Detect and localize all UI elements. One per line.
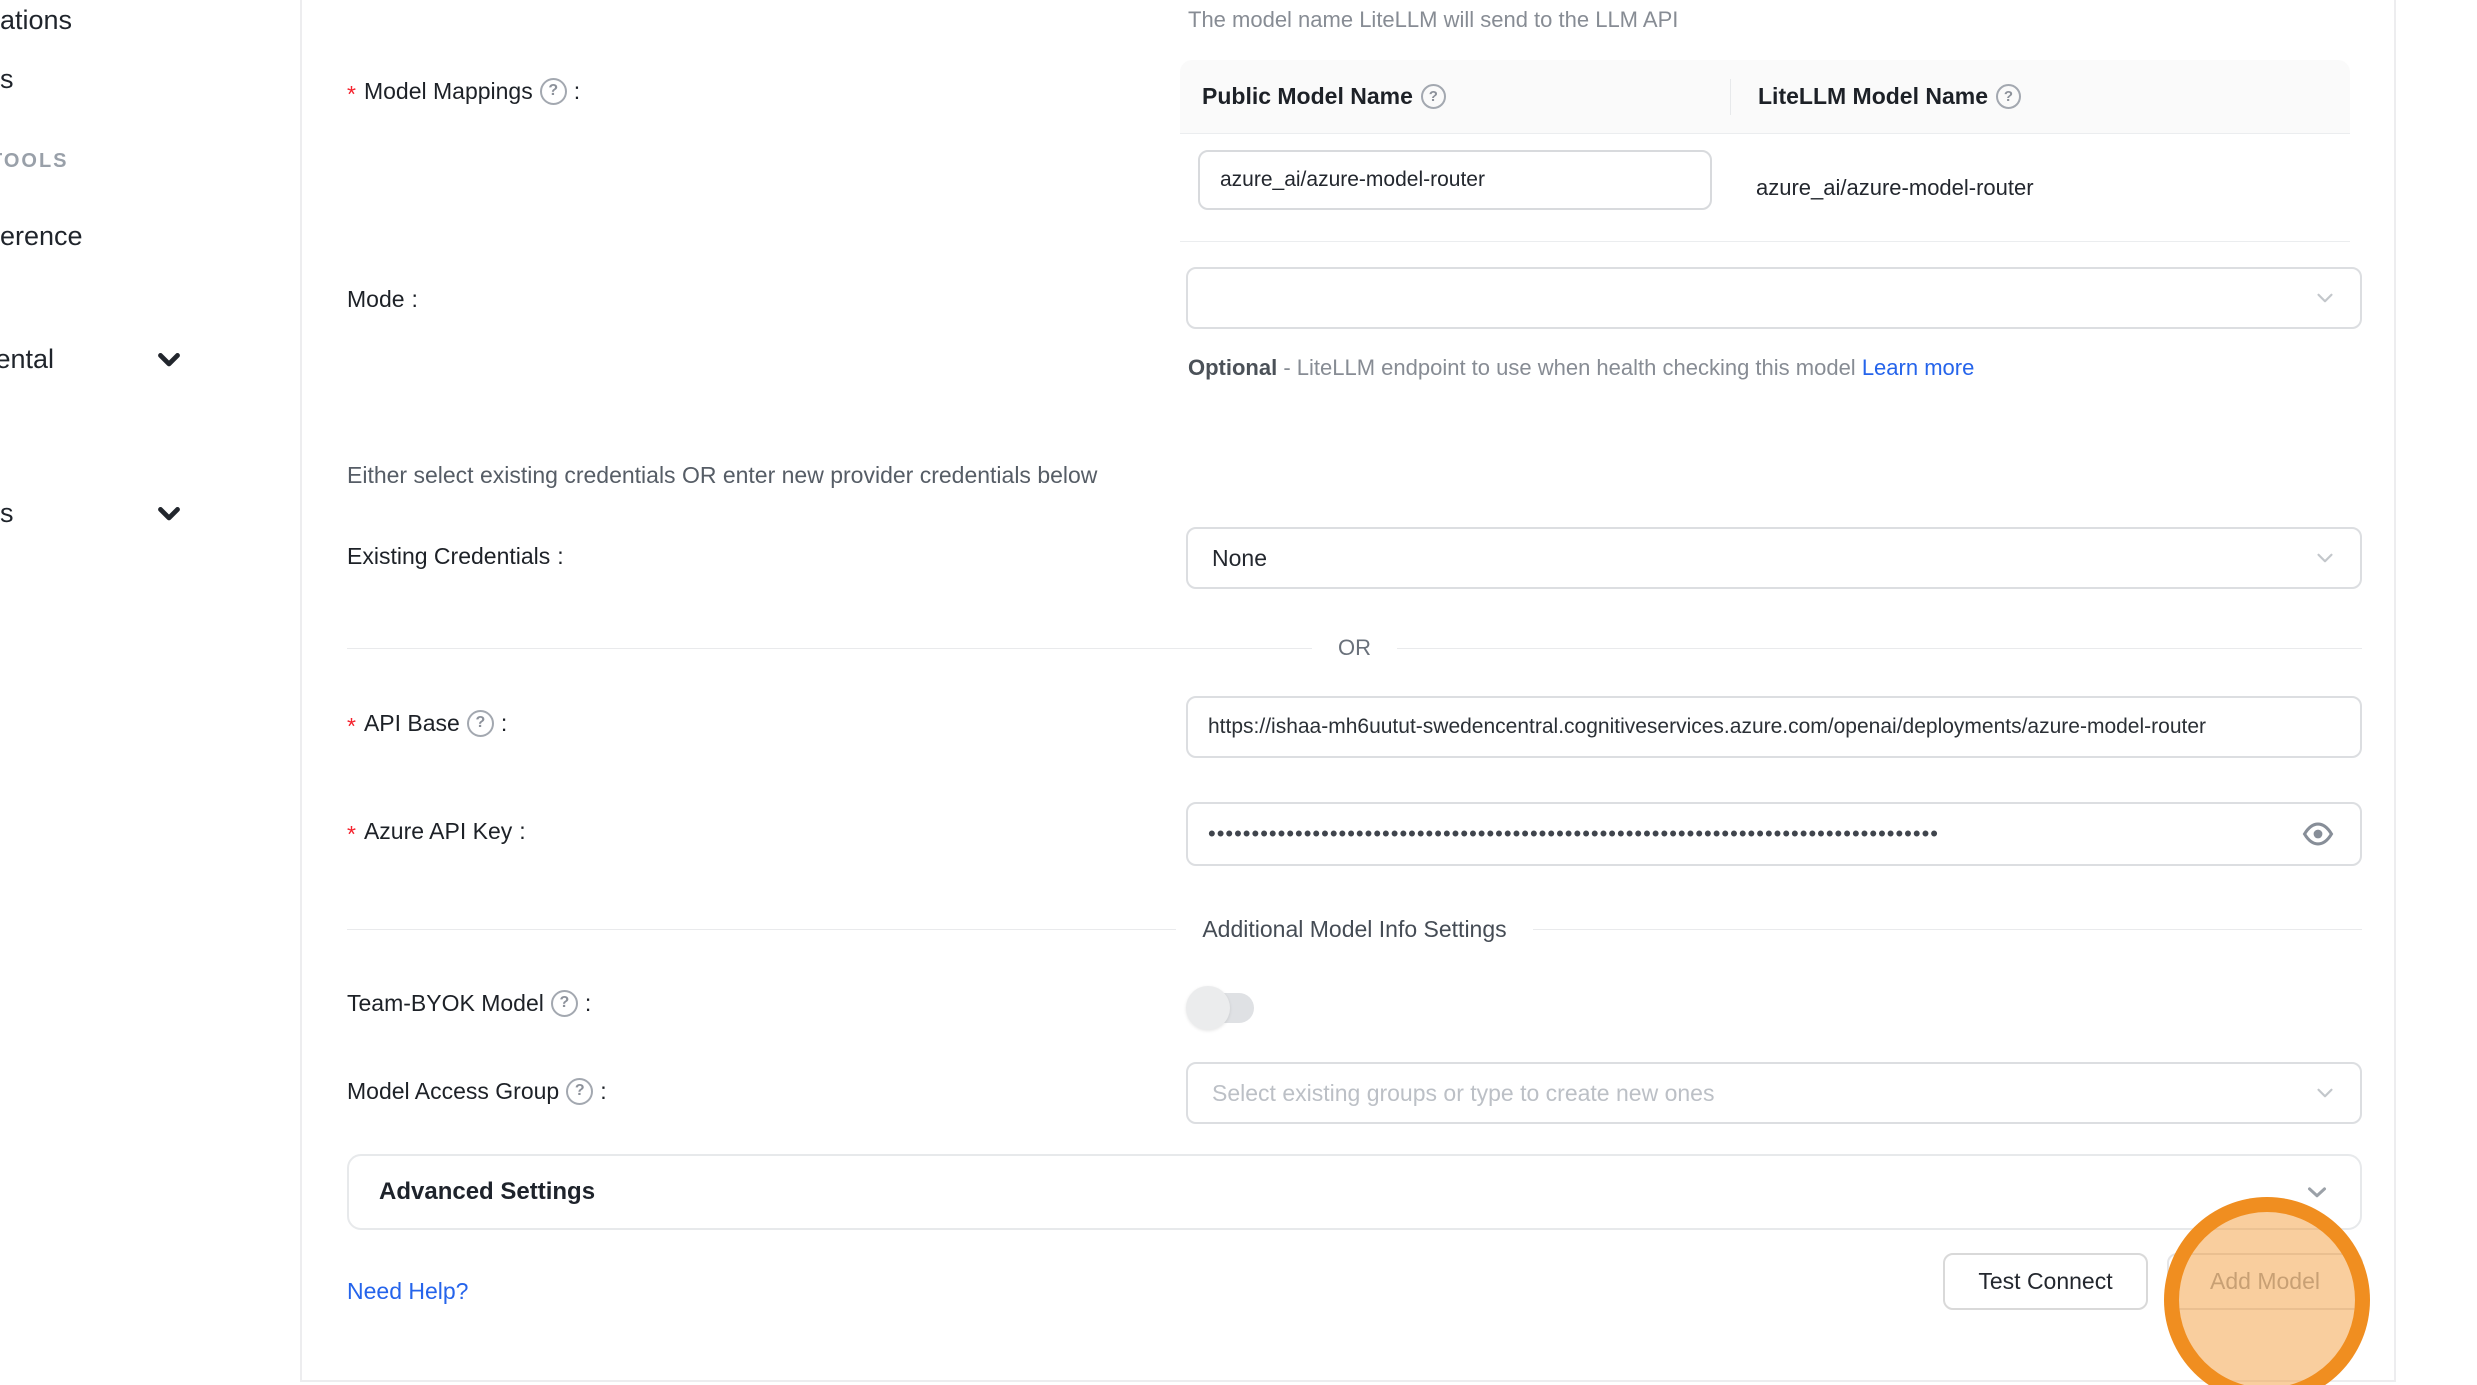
advanced-settings-panel[interactable]: Advanced Settings [347,1154,2362,1230]
learn-more-link[interactable]: Learn more [1862,355,1975,380]
eye-icon [2301,817,2335,851]
help-icon[interactable]: ? [1421,84,1446,109]
content-card-right-border [2394,0,2396,1380]
azure-api-key-masked-value: ••••••••••••••••••••••••••••••••••••••••… [1188,821,2248,847]
or-divider: OR [347,632,2362,664]
azure-api-key-label: * Azure API Key : [347,816,526,846]
model-mappings-label-text: Model Mappings [364,76,533,106]
divider-line [1533,929,2362,930]
sidebar-item-fragment[interactable]: mental [0,344,54,375]
label-colon: : [557,541,563,571]
label-colon: : [519,816,525,846]
team-byok-label: Team-BYOK Model ? : [347,988,591,1018]
litellm-model-name-header: LiteLLM Model Name ? [1730,83,2021,110]
team-byok-label-text: Team-BYOK Model [347,988,544,1018]
label-colon: : [600,1076,606,1106]
help-icon[interactable]: ? [540,78,567,105]
chevron-down-icon [2302,1177,2332,1207]
sidebar-item-fragment[interactable]: ations [0,5,72,36]
mode-helper-bold: Optional [1188,355,1277,380]
api-base-value: https://ishaa-mh6uutut-swedencentral.cog… [1188,715,2360,739]
azure-api-key-input[interactable]: ••••••••••••••••••••••••••••••••••••••••… [1186,802,2362,866]
add-model-page: ations s TOOLS erence mental s The model… [0,0,2477,1385]
add-model-button[interactable]: Add Model [2167,1253,2363,1310]
test-connect-button[interactable]: Test Connect [1943,1253,2148,1310]
additional-info-divider: Additional Model Info Settings [347,913,2362,945]
content-card-bottom-border [300,1380,2396,1382]
litellm-model-name-value: azure_ai/azure-model-router [1756,134,2034,242]
toggle-password-visibility-button[interactable] [2300,816,2336,852]
help-icon[interactable]: ? [566,1078,593,1105]
chevron-down-icon [2312,545,2338,571]
mode-select[interactable] [1186,267,2362,329]
sidebar-item-fragment[interactable]: s [0,498,14,529]
required-asterisk: * [347,711,356,741]
model-mappings-table-header: Public Model Name ? LiteLLM Model Name ? [1180,60,2350,134]
model-mappings-table: Public Model Name ? LiteLLM Model Name ?… [1180,60,2350,242]
model-access-group-placeholder: Select existing groups or type to create… [1188,1080,1714,1107]
toggle-handle [1186,986,1230,1030]
sidebar-item-fragment[interactable]: erence [0,221,83,252]
label-colon: : [412,284,418,314]
chevron-down-icon[interactable] [152,342,186,376]
help-icon[interactable]: ? [1996,84,2021,109]
help-icon[interactable]: ? [467,710,494,737]
divider-line [347,648,1312,649]
litellm-model-name-header-text: LiteLLM Model Name [1758,83,1988,110]
existing-credentials-value: None [1188,545,1267,572]
advanced-settings-title: Advanced Settings [379,1178,595,1206]
existing-credentials-select[interactable]: None [1186,527,2362,589]
or-divider-text: OR [1312,635,1397,661]
chevron-down-icon [2312,1080,2338,1106]
public-model-name-header: Public Model Name ? [1180,83,1730,110]
help-icon[interactable]: ? [551,990,578,1017]
label-colon: : [574,76,580,106]
credentials-note: Either select existing credentials OR en… [347,462,1097,489]
api-base-label: * API Base ? : [347,708,507,738]
model-mappings-label: * Model Mappings ? : [347,76,580,106]
additional-info-divider-text: Additional Model Info Settings [1176,916,1532,943]
mode-helper-text: Optional - LiteLLM endpoint to use when … [1188,347,1998,388]
model-name-helper-text: The model name LiteLLM will send to the … [1188,7,1678,33]
header-column-divider [1730,79,1731,115]
divider-line [1397,648,2362,649]
azure-api-key-label-text: Azure API Key [364,816,512,846]
sidebar-section-label: TOOLS [0,150,69,173]
label-colon: : [585,988,591,1018]
existing-credentials-label: Existing Credentials : [347,541,564,571]
model-mappings-table-row: azure_ai/azure-model-router [1180,134,2350,242]
content-card-left-border [300,0,302,1380]
need-help-link[interactable]: Need Help? [347,1278,468,1305]
required-asterisk: * [347,79,356,109]
required-asterisk: * [347,819,356,849]
model-access-group-label-text: Model Access Group [347,1076,559,1106]
model-access-group-select[interactable]: Select existing groups or type to create… [1186,1062,2362,1124]
team-byok-toggle[interactable] [1188,985,1254,1031]
model-access-group-label: Model Access Group ? : [347,1076,607,1106]
mode-label-text: Mode [347,284,405,314]
api-base-input[interactable]: https://ishaa-mh6uutut-swedencentral.cog… [1186,696,2362,758]
divider-line [347,929,1176,930]
mode-helper-body: - LiteLLM endpoint to use when health ch… [1277,355,1862,380]
api-base-label-text: API Base [364,708,460,738]
chevron-down-icon[interactable] [152,496,186,530]
label-colon: : [501,708,507,738]
existing-credentials-label-text: Existing Credentials [347,541,550,571]
mode-label: Mode : [347,284,418,314]
chevron-down-icon [2312,285,2338,311]
sidebar-item-fragment[interactable]: s [0,64,14,95]
public-model-name-input[interactable] [1198,150,1712,210]
public-model-name-header-text: Public Model Name [1202,83,1413,110]
